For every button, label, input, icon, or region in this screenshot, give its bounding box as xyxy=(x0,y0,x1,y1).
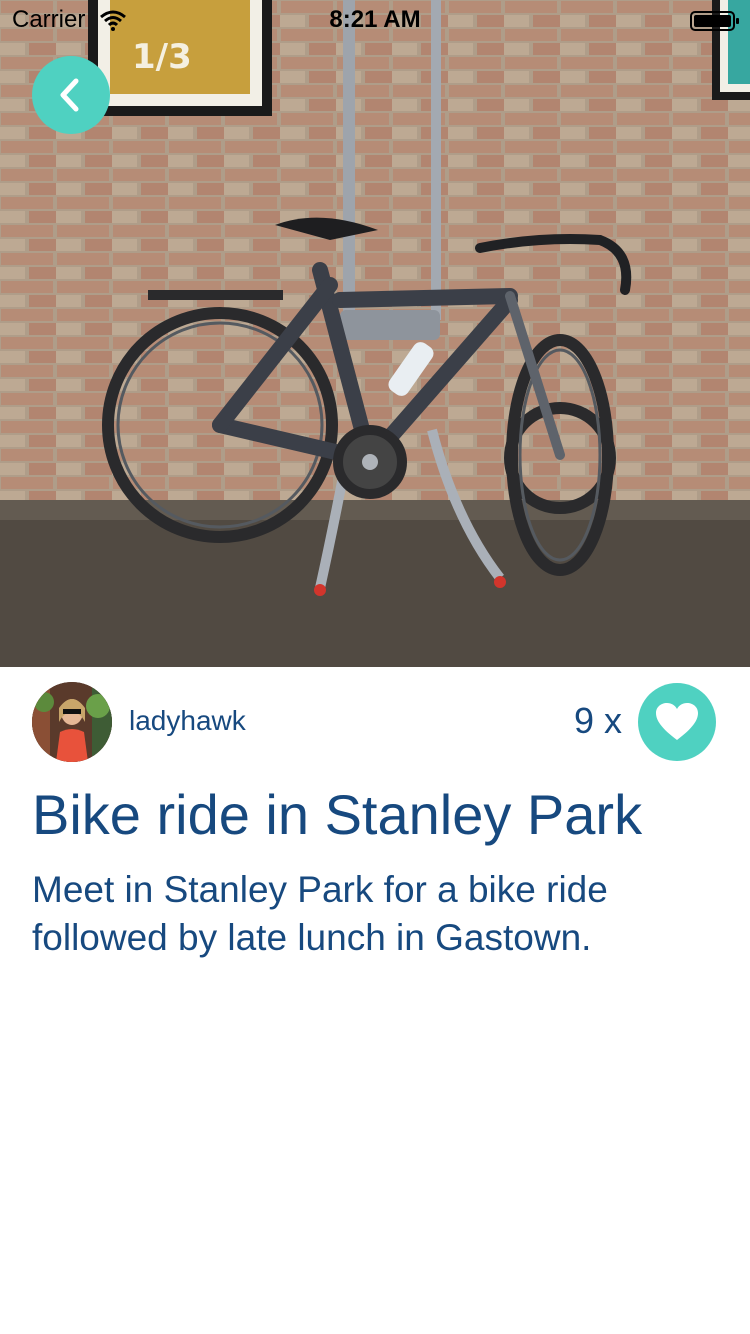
chevron-left-icon xyxy=(60,78,79,112)
poster-text: 1/3 xyxy=(132,37,192,77)
page-title: Bike ride in Stanley Park xyxy=(32,783,643,846)
back-button[interactable] xyxy=(32,56,110,134)
status-bar: Carrier 8:21 AM xyxy=(0,0,750,40)
battery-icon xyxy=(690,11,739,31)
avatar[interactable] xyxy=(32,682,112,762)
like-button[interactable] xyxy=(638,683,716,761)
like-count: 9 x xyxy=(573,700,622,741)
post-description: Meet in Stanley Park for a bike ride fol… xyxy=(32,869,608,958)
bicycle-photo: 1/3 xyxy=(0,0,750,667)
heart-icon xyxy=(656,703,698,740)
status-time: 8:21 AM xyxy=(329,6,421,33)
hero-image: 1/3 Carrier 8:21 AM xyxy=(0,0,750,667)
avatar-photo xyxy=(32,682,112,762)
username[interactable]: ladyhawk xyxy=(129,705,246,737)
